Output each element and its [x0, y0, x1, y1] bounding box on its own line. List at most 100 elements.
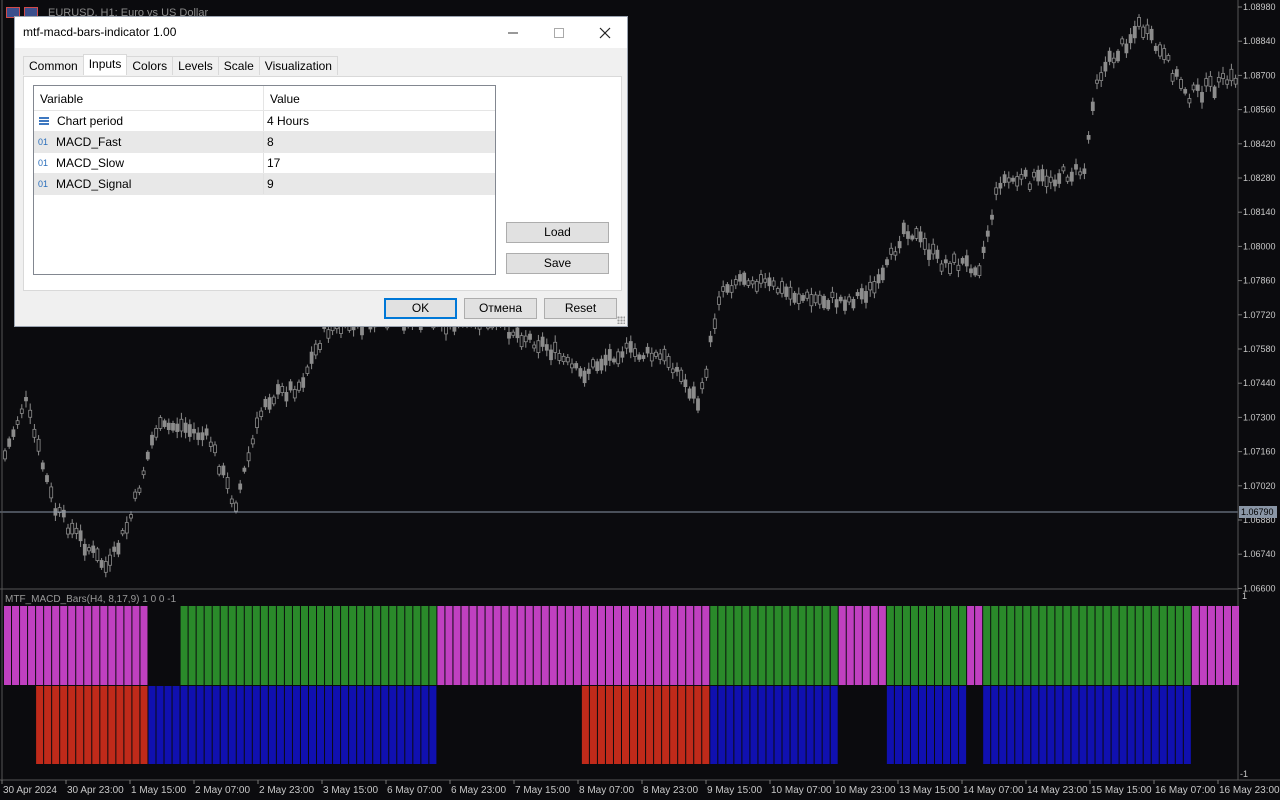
candle-body: [935, 249, 940, 259]
tab-inputs[interactable]: Inputs: [82, 54, 128, 75]
price-label: 1.08560: [1243, 105, 1276, 115]
histogram-bar-lower: [951, 686, 959, 764]
ok-button[interactable]: OK: [384, 298, 457, 319]
table-row[interactable]: Chart period 4 Hours: [34, 111, 495, 132]
histogram-bar-upper: [1023, 606, 1031, 685]
candle-body: [792, 292, 797, 303]
candle-body: [347, 326, 352, 331]
candle-body: [208, 441, 213, 447]
histogram-bar-upper: [654, 606, 662, 685]
candle-body: [1229, 68, 1234, 82]
candle-body: [1048, 176, 1053, 183]
candle-body: [906, 231, 910, 239]
histogram-bar-upper: [918, 606, 926, 685]
price-label: 1.07580: [1243, 344, 1276, 354]
candle-body: [1044, 175, 1049, 188]
tab-visualization[interactable]: Visualization: [258, 56, 338, 75]
histogram-bar-lower: [782, 686, 790, 764]
candle-body: [998, 182, 1003, 189]
candle-body: [511, 331, 516, 336]
value-cell[interactable]: 17: [264, 153, 495, 173]
histogram-bar-upper: [565, 606, 573, 685]
time-label: 9 May 15:00: [707, 785, 762, 796]
histogram-bar-lower: [140, 686, 148, 764]
candle-body: [704, 368, 709, 378]
tab-scale[interactable]: Scale: [217, 56, 260, 75]
histogram-bar-lower: [694, 686, 702, 764]
histogram-bar-lower: [333, 686, 341, 764]
cancel-button[interactable]: Отмена: [464, 298, 537, 319]
histogram-bar-upper: [220, 606, 228, 685]
candle-body: [649, 352, 654, 362]
column-header-variable[interactable]: Variable: [34, 86, 264, 110]
histogram-bar-lower: [918, 686, 926, 764]
histogram-bar-lower: [638, 686, 646, 764]
histogram-bar-lower: [622, 686, 630, 764]
time-label: 8 May 07:00: [579, 785, 634, 796]
save-button[interactable]: Save: [506, 253, 609, 274]
candle-body: [11, 429, 16, 437]
value-cell[interactable]: 9: [264, 174, 495, 194]
maximize-icon: [554, 27, 564, 38]
candle-body: [112, 546, 117, 552]
candle-body: [1158, 44, 1162, 57]
candle-body: [889, 247, 894, 255]
value-cell[interactable]: 4 Hours: [264, 111, 495, 131]
candle-body: [931, 243, 936, 255]
histogram-bar-upper: [501, 606, 509, 685]
column-header-value[interactable]: Value: [264, 86, 495, 110]
resize-grip-icon[interactable]: [617, 316, 625, 324]
dialog-titlebar[interactable]: mtf-macd-bars-indicator 1.00: [15, 17, 627, 48]
candle-body: [1027, 183, 1032, 190]
histogram-bar-lower: [1175, 686, 1183, 764]
load-button[interactable]: Load: [506, 222, 609, 243]
histogram-bar-lower: [260, 686, 268, 764]
histogram-bar-upper: [1095, 606, 1103, 685]
reset-button[interactable]: Reset: [544, 298, 617, 319]
histogram-bar-lower: [1111, 686, 1119, 764]
histogram-bar-lower: [646, 686, 654, 764]
histogram-bar-upper: [886, 606, 894, 685]
indicator-label: MTF_MACD_Bars(H4, 8,17,9) 1 0 0 -1: [5, 594, 177, 605]
histogram-bar-lower: [284, 686, 292, 764]
candle-body: [116, 542, 121, 555]
histogram-bar-upper: [1119, 606, 1127, 685]
histogram-bar-lower: [413, 686, 421, 764]
candle-body: [1132, 26, 1137, 39]
tab-common[interactable]: Common: [23, 56, 84, 75]
candle-body: [326, 329, 331, 339]
histogram-bar-upper: [1199, 606, 1207, 685]
tab-levels[interactable]: Levels: [172, 56, 219, 75]
histogram-bar-upper: [132, 606, 140, 685]
histogram-bar-lower: [605, 686, 613, 764]
minimize-button[interactable]: [490, 17, 536, 48]
candle-body: [1204, 78, 1209, 87]
histogram-bar-upper: [413, 606, 421, 685]
histogram-bar-lower: [1183, 686, 1191, 764]
histogram-bar-upper: [1087, 606, 1095, 685]
price-label: 1.06600: [1243, 583, 1276, 593]
maximize-button[interactable]: [536, 17, 582, 48]
histogram-bar-upper: [613, 606, 621, 685]
candle-body: [250, 438, 255, 445]
candle-body: [32, 428, 37, 438]
value-cell[interactable]: 8: [264, 132, 495, 152]
histogram-bar-upper: [373, 606, 381, 685]
table-row[interactable]: 01 MACD_Slow 17: [34, 153, 495, 174]
histogram-bar-upper: [292, 606, 300, 685]
table-row[interactable]: 01 MACD_Signal 9: [34, 174, 495, 195]
table-row[interactable]: 01 MACD_Fast 8: [34, 132, 495, 153]
candle-body: [288, 381, 293, 391]
histogram-bar-lower: [325, 686, 333, 764]
candle-body: [897, 241, 902, 249]
histogram-bar-upper: [100, 606, 108, 685]
candle-body: [158, 417, 163, 429]
histogram-bar-lower: [1135, 686, 1143, 764]
candle-body: [759, 274, 763, 284]
histogram-bar-lower: [381, 686, 389, 764]
tab-colors[interactable]: Colors: [126, 56, 174, 75]
histogram-bar-upper: [317, 606, 325, 685]
candle-body: [801, 295, 805, 301]
histogram-bar-lower: [1087, 686, 1095, 764]
close-button[interactable]: [582, 17, 628, 48]
